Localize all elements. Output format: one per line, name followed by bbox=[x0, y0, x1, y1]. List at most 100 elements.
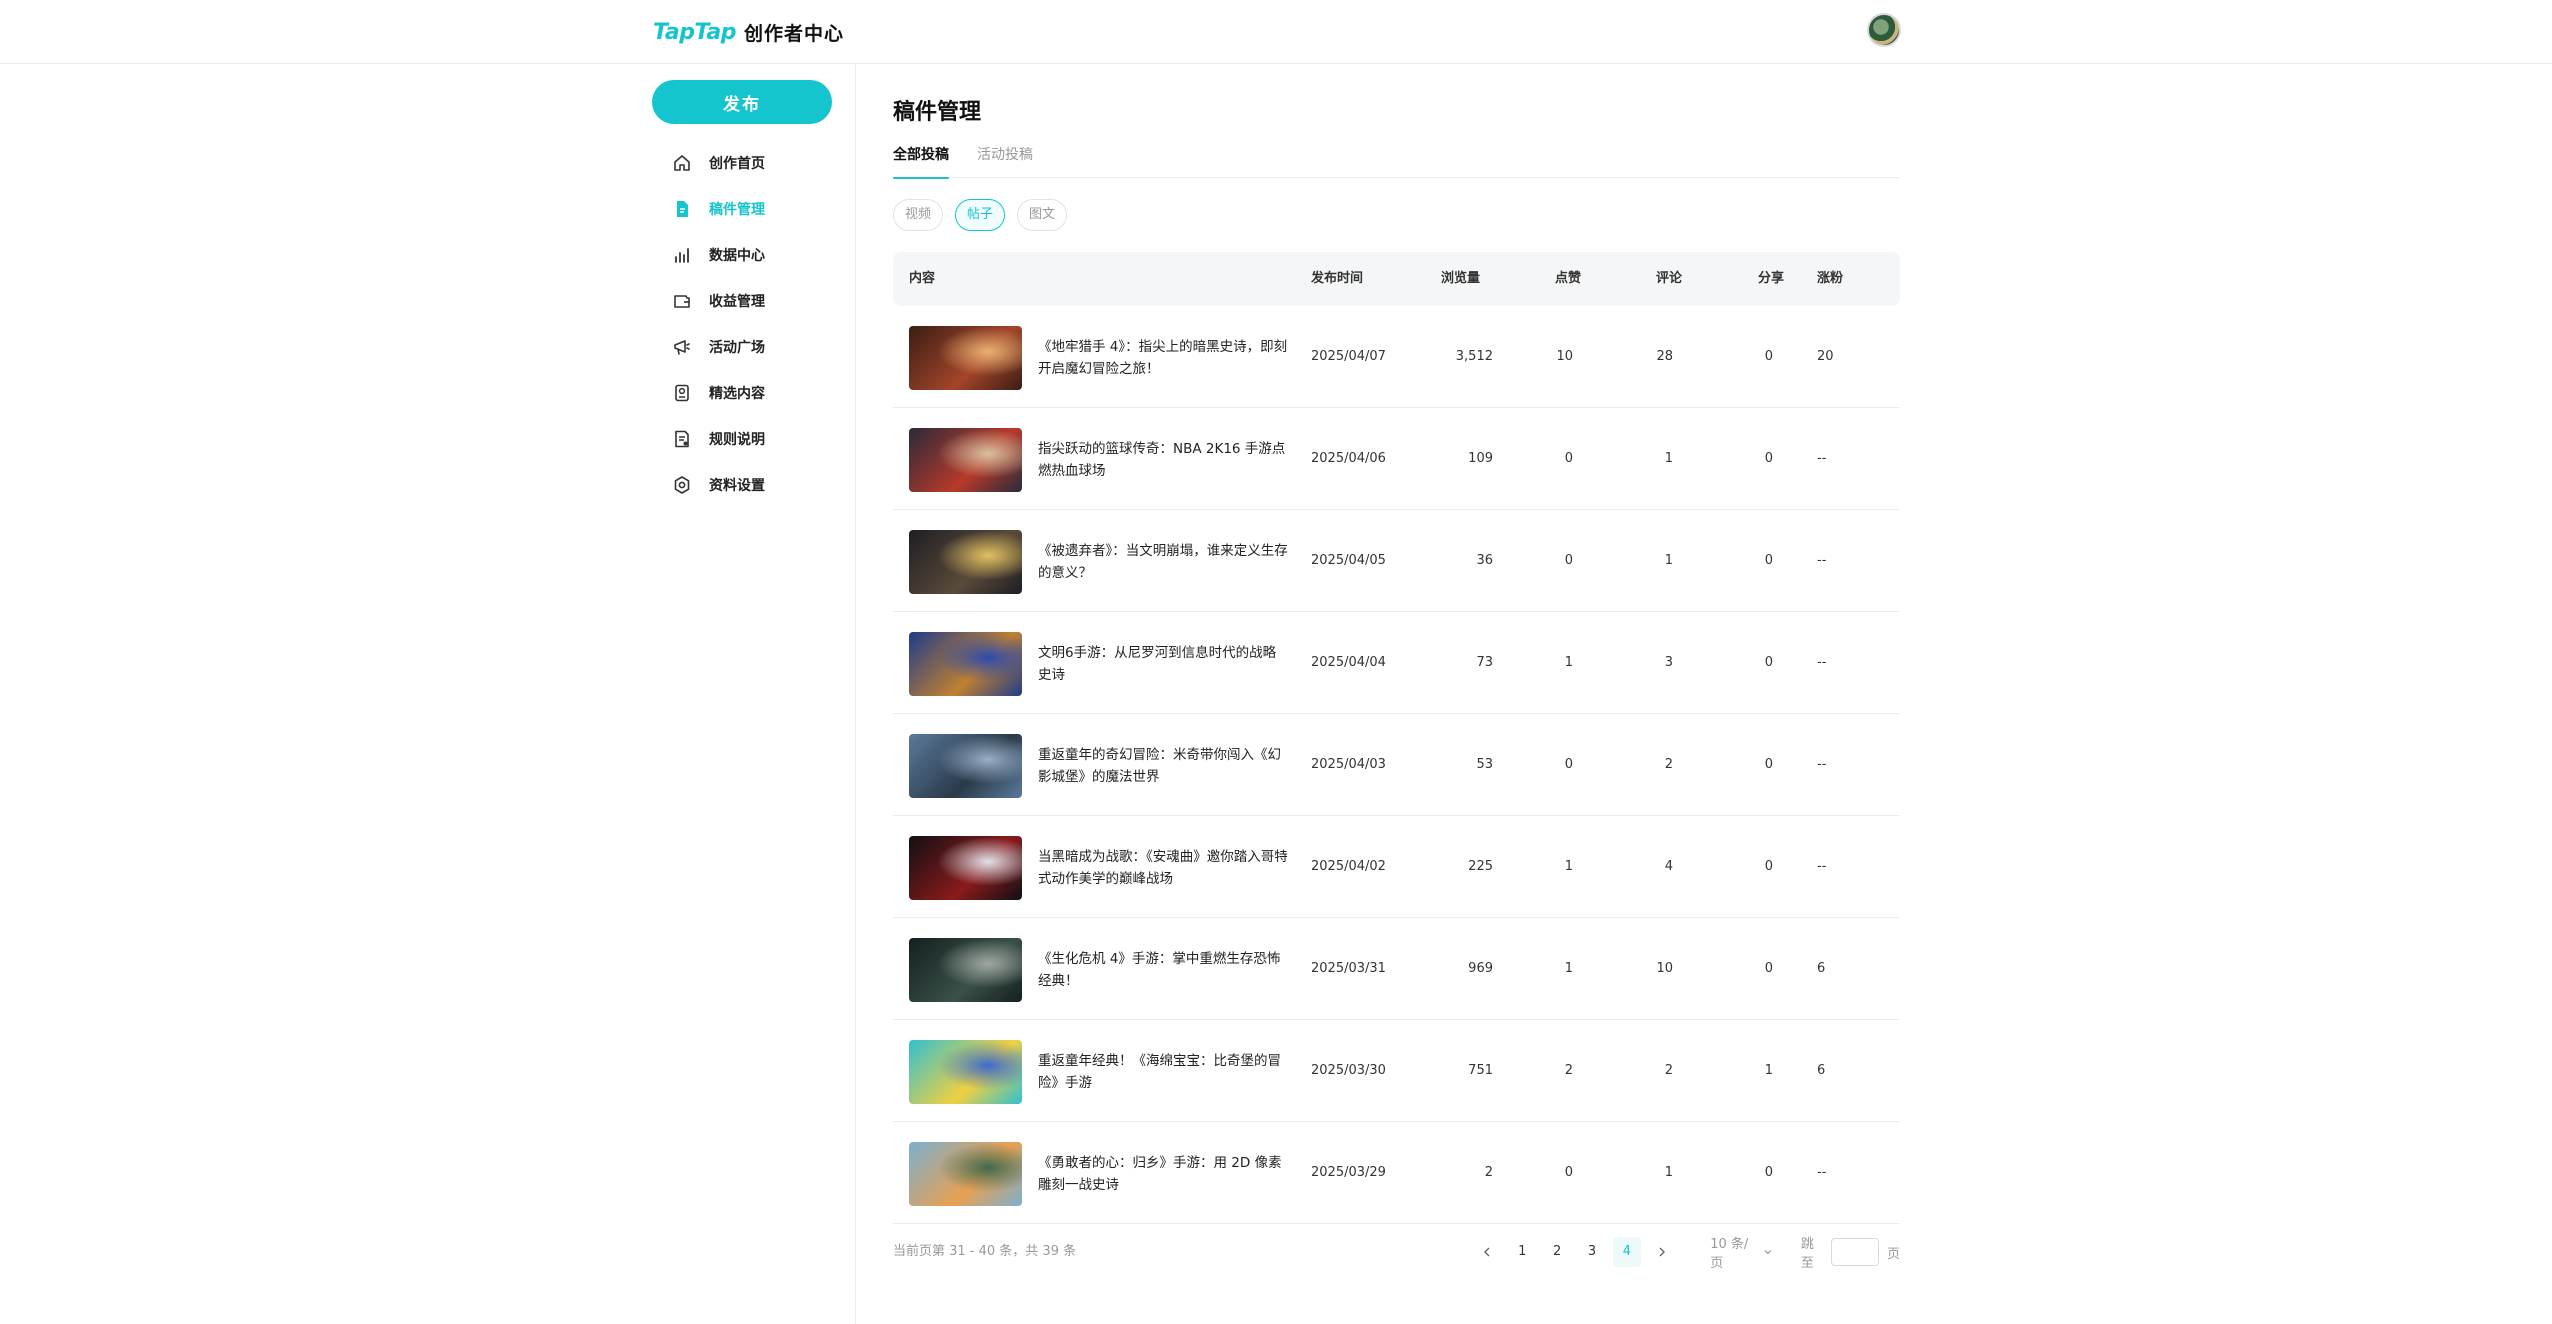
post-shares: 0 bbox=[1764, 757, 1773, 772]
top-header: TapTap 创作者中心 bbox=[0, 0, 2552, 64]
sidebar-nav: 创作首页 稿件管理 数据中心 收益管理 活动广场 精选内容 规则说明 资料设置 bbox=[652, 140, 832, 508]
page-1[interactable]: 1 bbox=[1508, 1237, 1537, 1267]
home-icon bbox=[674, 155, 690, 171]
post-shares: 0 bbox=[1764, 859, 1773, 874]
sidebar-item-settings[interactable]: 资料设置 bbox=[652, 462, 832, 508]
column-header-views: 浏览量 bbox=[1441, 271, 1481, 286]
table-row[interactable]: 《生化危机 4》手游：掌中重燃生存恐怖经典！ 2025/03/31 969 1 10 0 6 bbox=[893, 918, 1900, 1020]
post-shares: 0 bbox=[1764, 1165, 1773, 1180]
sidebar-item-label: 规则说明 bbox=[709, 432, 765, 448]
page-jump: 跳至 页 bbox=[1801, 1233, 1900, 1271]
post-shares: 1 bbox=[1764, 1063, 1773, 1078]
page-size-value: 10 条/页 bbox=[1710, 1237, 1749, 1271]
pagination-bar: 当前页第 31 - 40 条，共 39 条 1 2 3 4 10 条/页 跳至 bbox=[893, 1233, 1900, 1271]
logo-subtitle: 创作者中心 bbox=[743, 22, 844, 45]
post-thumbnail[interactable] bbox=[909, 530, 1022, 594]
post-shares: 0 bbox=[1764, 961, 1773, 976]
sidebar-item-rules[interactable]: 规则说明 bbox=[652, 416, 832, 462]
tab-event-posts[interactable]: 活动投稿 bbox=[977, 142, 1033, 178]
post-title[interactable]: 当黑暗成为战歌：《安魂曲》邀你踏入哥特式动作美学的巅峰战场 bbox=[1038, 846, 1288, 890]
table-row[interactable]: 《地牢猎手 4》：指尖上的暗黑史诗，即刻开启魔幻冒险之旅！ 2025/04/07 3… bbox=[893, 306, 1900, 408]
table-row[interactable]: 当黑暗成为战歌：《安魂曲》邀你踏入哥特式动作美学的巅峰战场 2025/04/02 2… bbox=[893, 816, 1900, 918]
sidebar: 发布 创作首页 稿件管理 数据中心 收益管理 活动广场 精选内容 规则说明 资料… bbox=[0, 64, 856, 1324]
column-header-likes: 点赞 bbox=[1555, 271, 1582, 286]
post-title[interactable]: 指尖跃动的篮球传奇：NBA 2K16 手游点燃热血球场 bbox=[1038, 438, 1288, 482]
publish-button[interactable]: 发布 bbox=[652, 80, 832, 124]
post-thumbnail[interactable] bbox=[909, 938, 1022, 1002]
table-row[interactable]: 重返童年经典！《海绵宝宝：比奇堡的冒险》手游 2025/03/30 751 2 2 1 6 bbox=[893, 1020, 1900, 1122]
column-header-comments: 评论 bbox=[1656, 271, 1683, 286]
column-header-fans: 涨粉 bbox=[1817, 271, 1844, 286]
page-2[interactable]: 2 bbox=[1543, 1237, 1572, 1267]
post-fans: 20 bbox=[1817, 349, 1834, 364]
post-title[interactable]: 《生化危机 4》手游：掌中重燃生存恐怖经典！ bbox=[1038, 948, 1288, 992]
post-title[interactable]: 重返童年的奇幻冒险：米奇带你闯入《幻影城堡》的魔法世界 bbox=[1038, 744, 1288, 788]
post-thumbnail[interactable] bbox=[909, 734, 1022, 798]
megaphone-icon bbox=[674, 340, 690, 355]
table-row[interactable]: 指尖跃动的篮球传奇：NBA 2K16 手游点燃热血球场 2025/04/06 109… bbox=[893, 408, 1900, 510]
post-fans: -- bbox=[1817, 859, 1827, 874]
post-thumbnail[interactable] bbox=[909, 836, 1022, 900]
chevron-right-icon bbox=[1659, 1247, 1665, 1257]
post-title[interactable]: 《地牢猎手 4》：指尖上的暗黑史诗，即刻开启魔幻冒险之旅！ bbox=[1038, 336, 1288, 380]
total-count: 当前页第 31 - 40 条，共 39 条 bbox=[893, 1244, 1077, 1259]
post-fans: 6 bbox=[1817, 1063, 1826, 1078]
sidebar-item-earnings[interactable]: 收益管理 bbox=[652, 278, 832, 324]
wallet-icon bbox=[674, 295, 690, 308]
prev-page-button[interactable] bbox=[1473, 1237, 1502, 1267]
post-shares: 0 bbox=[1764, 655, 1773, 670]
post-fans: -- bbox=[1817, 451, 1827, 466]
posts-table: 内容 发布时间 浏览量 点赞 评论 分享 涨粉 《地牢猎手 4》：指尖上的暗黑史… bbox=[893, 252, 1900, 1224]
sidebar-item-label: 精选内容 bbox=[709, 386, 765, 402]
jump-input[interactable] bbox=[1831, 1238, 1879, 1266]
post-title[interactable]: 《被遗弃者》：当文明崩塌，谁来定义生存的意义？ bbox=[1038, 540, 1288, 584]
filter-chip-image-text[interactable]: 图文 bbox=[1017, 199, 1068, 231]
post-thumbnail[interactable] bbox=[909, 428, 1022, 492]
next-page-button[interactable] bbox=[1647, 1237, 1676, 1267]
rules-icon bbox=[675, 430, 689, 448]
post-fans: -- bbox=[1817, 553, 1827, 568]
post-fans: -- bbox=[1817, 655, 1827, 670]
post-shares: 0 bbox=[1764, 553, 1773, 568]
post-title[interactable]: 文明6手游：从尼罗河到信息时代的战略史诗 bbox=[1038, 642, 1288, 686]
table-row[interactable]: 《被遗弃者》：当文明崩塌，谁来定义生存的意义？ 2025/04/05 36 0 1 0 -- bbox=[893, 510, 1900, 612]
jump-label: 跳至 bbox=[1800, 1237, 1814, 1271]
post-title[interactable]: 《勇敢者的心：归乡》手游：用 2D 像素雕刻一战史诗 bbox=[1038, 1152, 1288, 1196]
sidebar-item-posts[interactable]: 稿件管理 bbox=[652, 186, 832, 232]
post-thumbnail[interactable] bbox=[909, 326, 1022, 390]
avatar[interactable] bbox=[1867, 13, 1901, 47]
logo-mark: TapTap bbox=[653, 19, 736, 45]
table-body: 《地牢猎手 4》：指尖上的暗黑史诗，即刻开启魔幻冒险之旅！ 2025/04/07 3… bbox=[893, 306, 1900, 1224]
sidebar-item-home[interactable]: 创作首页 bbox=[652, 140, 832, 186]
post-shares: 0 bbox=[1764, 349, 1773, 364]
sidebar-item-events[interactable]: 活动广场 bbox=[652, 324, 832, 370]
column-header-shares: 分享 bbox=[1758, 271, 1785, 286]
logo[interactable]: TapTap 创作者中心 bbox=[653, 16, 844, 48]
jump-suffix: 页 bbox=[1887, 1246, 1901, 1262]
post-thumbnail[interactable] bbox=[909, 1142, 1022, 1206]
table-row[interactable]: 《勇敢者的心：归乡》手游：用 2D 像素雕刻一战史诗 2025/03/29 2 0 1 0… bbox=[893, 1122, 1900, 1224]
table-header: 内容 发布时间 浏览量 点赞 评论 分享 涨粉 bbox=[893, 252, 1900, 306]
sidebar-item-featured[interactable]: 精选内容 bbox=[652, 370, 832, 416]
page-4[interactable]: 4 bbox=[1612, 1237, 1642, 1267]
tab-all-posts[interactable]: 全部投稿 bbox=[893, 142, 949, 179]
sidebar-item-label: 稿件管理 bbox=[709, 202, 765, 218]
bar-chart-icon bbox=[675, 248, 689, 263]
table-row[interactable]: 重返童年的奇幻冒险：米奇带你闯入《幻影城堡》的魔法世界 2025/04/03 53 0… bbox=[893, 714, 1900, 816]
post-title[interactable]: 重返童年经典！《海绵宝宝：比奇堡的冒险》手游 bbox=[1038, 1050, 1288, 1094]
column-header-content: 内容 bbox=[909, 271, 936, 286]
post-thumbnail[interactable] bbox=[909, 1040, 1022, 1104]
filter-chip-post[interactable]: 帖子 bbox=[955, 199, 1006, 231]
column-header-date: 发布时间 bbox=[1311, 271, 1364, 286]
sidebar-item-data[interactable]: 数据中心 bbox=[652, 232, 832, 278]
page-title: 稿件管理 bbox=[893, 100, 982, 125]
table-row[interactable]: 文明6手游：从尼罗河到信息时代的战略史诗 2025/04/04 73 1 3 0 -- bbox=[893, 612, 1900, 714]
page-size-select[interactable]: 10 条/页 bbox=[1710, 1233, 1773, 1271]
filter-chip-video[interactable]: 视频 bbox=[893, 199, 944, 231]
post-thumbnail[interactable] bbox=[909, 632, 1022, 696]
page-3[interactable]: 3 bbox=[1578, 1237, 1607, 1267]
sidebar-item-label: 创作首页 bbox=[709, 156, 765, 172]
pagination: 1 2 3 4 10 条/页 跳至 页 bbox=[1473, 1233, 1900, 1271]
featured-icon bbox=[675, 384, 689, 402]
post-fans: -- bbox=[1817, 757, 1827, 772]
